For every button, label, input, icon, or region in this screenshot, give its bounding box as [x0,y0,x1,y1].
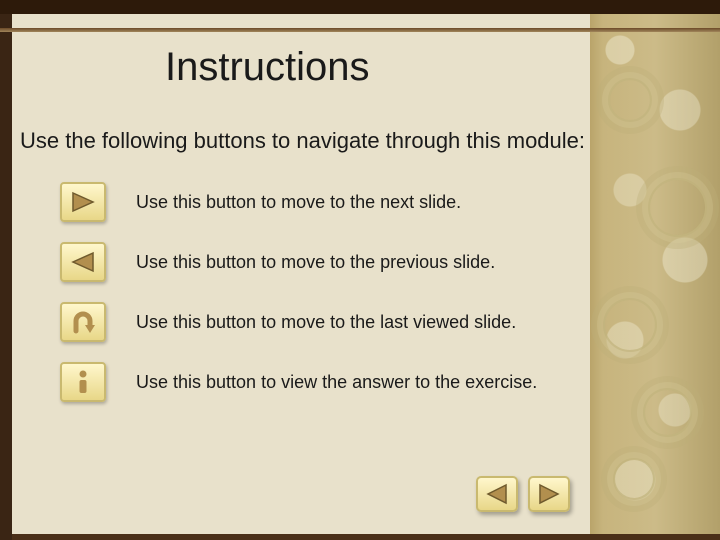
last-viewed-icon [60,302,106,342]
previous-slide-icon [60,242,106,282]
list-item: Use this button to view the answer to th… [60,362,590,402]
slide: Instructions Use the following buttons t… [0,0,720,540]
page-title: Instructions [165,45,590,90]
instruction-list: Use this button to move to the next slid… [60,182,590,402]
next-slide-icon [60,182,106,222]
list-item-text: Use this button to move to the last view… [136,312,516,333]
intro-text: Use the following buttons to navigate th… [20,118,590,164]
list-item-text: Use this button to move to the previous … [136,252,495,273]
play-left-icon [485,483,509,505]
nav-controls [476,476,570,512]
list-item: Use this button to move to the last view… [60,302,590,342]
prev-button[interactable] [476,476,518,512]
decorative-strip [590,0,720,540]
next-button[interactable] [528,476,570,512]
list-item-text: Use this button to view the answer to th… [136,372,537,393]
play-right-icon [537,483,561,505]
list-item: Use this button to move to the previous … [60,242,590,282]
list-item: Use this button to move to the next slid… [60,182,590,222]
info-icon [60,362,106,402]
content-area: Instructions Use the following buttons t… [0,0,590,540]
list-item-text: Use this button to move to the next slid… [136,192,461,213]
